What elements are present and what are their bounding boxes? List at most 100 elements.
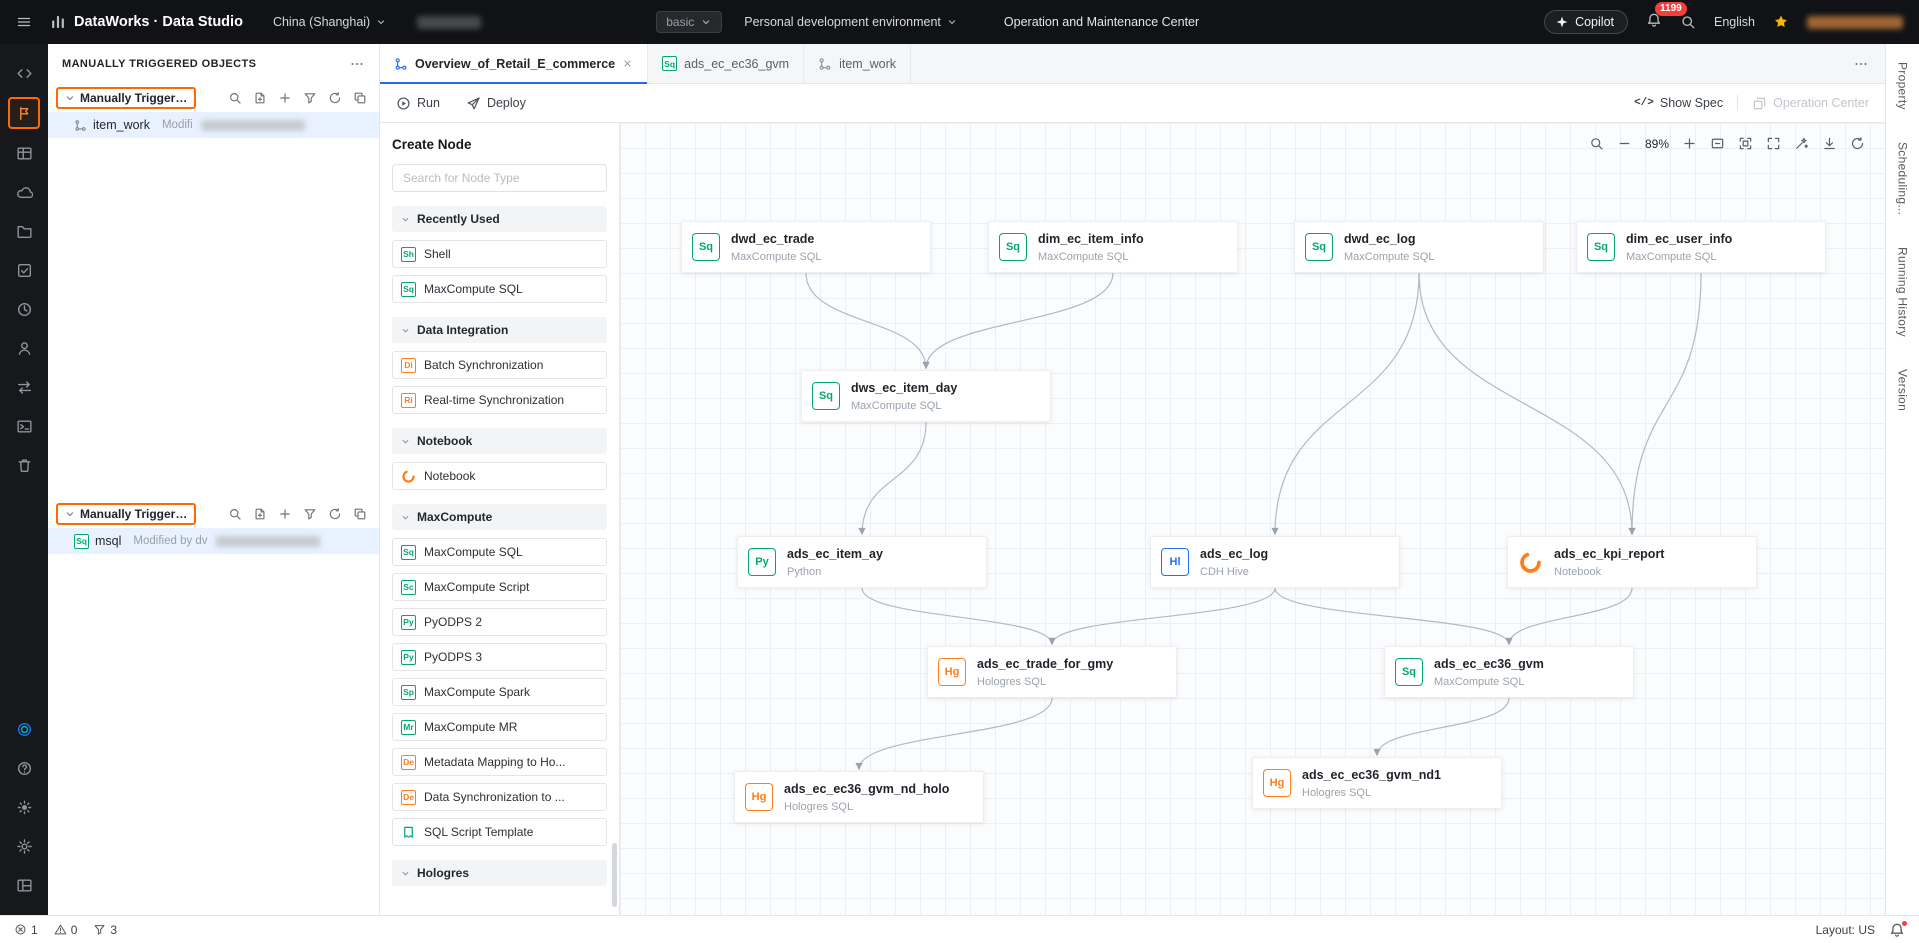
dag-node-ads-ec-log[interactable]: Hlads_ec_logCDH Hive — [1150, 536, 1400, 588]
node-type-search-input[interactable] — [392, 164, 607, 192]
magnifier-icon[interactable] — [1589, 136, 1604, 151]
plus-icon[interactable] — [1682, 136, 1697, 151]
section-header-data-integration[interactable]: Data Integration — [392, 317, 607, 343]
rail-code-button[interactable] — [6, 54, 42, 93]
plus-icon[interactable] — [278, 91, 292, 105]
node-type-maxcompute-mr[interactable]: MrMaxCompute MR — [392, 713, 607, 741]
rail-sun-button[interactable] — [6, 788, 42, 827]
refresh-icon[interactable] — [328, 91, 342, 105]
deploy-button[interactable]: Deploy — [466, 96, 526, 111]
fit-view-icon[interactable] — [1710, 136, 1725, 151]
new-doc-icon[interactable] — [253, 91, 267, 105]
rail-checklist-button[interactable] — [6, 251, 42, 290]
rail-terminal-button[interactable] — [6, 407, 42, 446]
node-type-batch-synchronization[interactable]: DiBatch Synchronization — [392, 351, 607, 379]
dag-node-ads-ec-ec36-gvm[interactable]: Sqads_ec_ec36_gvmMaxCompute SQL — [1384, 646, 1634, 698]
tab-overview-of-retail-e-commerce[interactable]: Overview_of_Retail_E_commerce — [380, 44, 648, 83]
node-type-maxcompute-spark[interactable]: SpMaxCompute Spark — [392, 678, 607, 706]
node-type-maxcompute-sql[interactable]: SqMaxCompute SQL — [392, 275, 607, 303]
rail-cloud-button[interactable] — [6, 173, 42, 212]
rail-clock-button[interactable] — [6, 290, 42, 329]
more-icon[interactable] — [349, 56, 365, 72]
filter-icon[interactable] — [303, 507, 317, 521]
node-type-maxcompute-script[interactable]: ScMaxCompute Script — [392, 573, 607, 601]
dag-node-dwd-ec-trade[interactable]: Sqdwd_ec_tradeMaxCompute SQL — [681, 221, 931, 273]
group-label-highlight[interactable]: Manually Triggered ... — [56, 87, 196, 109]
notifications-button[interactable] — [1889, 922, 1905, 938]
dag-canvas[interactable]: Sqdwd_ec_tradeMaxCompute SQL Sqdim_ec_ite… — [620, 123, 1885, 915]
node-type-pyodps-2[interactable]: PyPyODPS 2 — [392, 608, 607, 636]
dag-node-ads-ec-ec36-gvm-nd1[interactable]: Hgads_ec_ec36_gvm_nd1Hologres SQL — [1252, 757, 1502, 809]
search-icon[interactable] — [1680, 14, 1696, 30]
fullscreen-icon[interactable] — [1766, 136, 1781, 151]
filter-count[interactable]: 3 — [93, 923, 117, 937]
download-icon[interactable] — [1822, 136, 1837, 151]
copilot-button[interactable]: Copilot — [1544, 10, 1628, 34]
frame-icon[interactable] — [1738, 136, 1753, 151]
dag-node-dim-ec-item-info[interactable]: Sqdim_ec_item_infoMaxCompute SQL — [988, 221, 1238, 273]
run-button[interactable]: Run — [396, 96, 440, 111]
right-tab-property[interactable]: Property — [1896, 62, 1910, 110]
right-tab-version[interactable]: Version — [1896, 369, 1910, 411]
dag-node-ads-ec-kpi-report[interactable]: ads_ec_kpi_reportNotebook — [1507, 536, 1757, 588]
rail-palette-button[interactable] — [6, 710, 42, 749]
filter-icon[interactable] — [303, 91, 317, 105]
rail-data-studio-button[interactable] — [8, 97, 40, 129]
mode-select[interactable]: basic — [656, 11, 722, 33]
error-count[interactable]: 1 — [14, 923, 38, 937]
scrollbar-thumb[interactable] — [612, 843, 617, 907]
close-icon[interactable] — [622, 58, 633, 69]
rail-help-button[interactable] — [6, 749, 42, 788]
dag-node-dim-ec-user-info[interactable]: Sqdim_ec_user_infoMaxCompute SQL — [1576, 221, 1826, 273]
tab-ads-ec-ec36-gvm[interactable]: Sqads_ec_ec36_gvm — [648, 44, 804, 83]
tree-item-item-work[interactable]: item_workModifi — [48, 112, 379, 138]
wand-icon[interactable] — [1794, 136, 1809, 151]
plus-icon[interactable] — [278, 507, 292, 521]
node-type-real-time-synchronization[interactable]: RiReal-time Synchronization — [392, 386, 607, 414]
rail-swap-button[interactable] — [6, 368, 42, 407]
language-selector[interactable]: English — [1714, 15, 1755, 29]
tabs-more-button[interactable] — [1837, 44, 1885, 83]
node-type-data-synchronization-to[interactable]: DeData Synchronization to ... — [392, 783, 607, 811]
node-type-maxcompute-sql[interactable]: SqMaxCompute SQL — [392, 538, 607, 566]
copy-icon[interactable] — [353, 91, 367, 105]
copy-icon[interactable] — [353, 507, 367, 521]
section-header-notebook[interactable]: Notebook — [392, 428, 607, 454]
new-doc-icon[interactable] — [253, 507, 267, 521]
section-header-hologres[interactable]: Hologres — [392, 860, 607, 886]
nav-operation-maintenance-center[interactable]: Operation and Maintenance Center — [1004, 15, 1199, 29]
operation-center-button[interactable]: Operation Center — [1752, 96, 1869, 111]
node-type-metadata-mapping-to-ho[interactable]: DeMetadata Mapping to Ho... — [392, 748, 607, 776]
node-type-shell[interactable]: ShShell — [392, 240, 607, 268]
magnifier-icon[interactable] — [228, 91, 242, 105]
show-spec-button[interactable]: </> Show Spec — [1634, 96, 1723, 110]
rail-folder-button[interactable] — [6, 212, 42, 251]
magnifier-icon[interactable] — [228, 507, 242, 521]
rail-layout-button[interactable] — [6, 866, 42, 905]
minus-icon[interactable] — [1617, 136, 1632, 151]
dag-node-ads-ec-trade-for-gmy[interactable]: Hgads_ec_trade_for_gmyHologres SQL — [927, 646, 1177, 698]
node-type-notebook[interactable]: Notebook — [392, 462, 607, 490]
right-tab-running-history[interactable]: Running History — [1896, 247, 1910, 337]
rail-user-button[interactable] — [6, 329, 42, 368]
notifications-button[interactable]: 1199 — [1646, 12, 1662, 33]
rail-gear-button[interactable] — [6, 827, 42, 866]
dag-node-ads-ec-ec36-gvm-nd-holo[interactable]: Hgads_ec_ec36_gvm_nd_holoHologres SQL — [734, 771, 984, 823]
region-selector[interactable]: China (Shanghai) — [273, 15, 387, 29]
dag-node-ads-ec-item-ay[interactable]: Pyads_ec_item_ayPython — [737, 536, 987, 588]
section-header-maxcompute[interactable]: MaxCompute — [392, 504, 607, 530]
right-tab-scheduling[interactable]: Scheduling... — [1896, 142, 1910, 215]
layout-indicator[interactable]: Layout: US — [1816, 923, 1875, 937]
tab-item-work[interactable]: item_work — [804, 44, 911, 83]
refresh-icon[interactable] — [1850, 136, 1865, 151]
environment-select[interactable]: Personal development environment — [744, 15, 958, 29]
section-header-recently-used[interactable]: Recently Used — [392, 206, 607, 232]
refresh-icon[interactable] — [328, 507, 342, 521]
dag-node-dws-ec-item-day[interactable]: Sqdws_ec_item_dayMaxCompute SQL — [801, 370, 1051, 422]
menu-icon[interactable] — [16, 14, 32, 30]
group-label-highlight[interactable]: Manually Triggered ... — [56, 503, 196, 525]
tree-item-msql[interactable]: SqmsqlModified by dv — [48, 528, 379, 554]
warning-count[interactable]: 0 — [54, 923, 78, 937]
rail-table-button[interactable] — [6, 134, 42, 173]
node-type-pyodps-3[interactable]: PyPyODPS 3 — [392, 643, 607, 671]
